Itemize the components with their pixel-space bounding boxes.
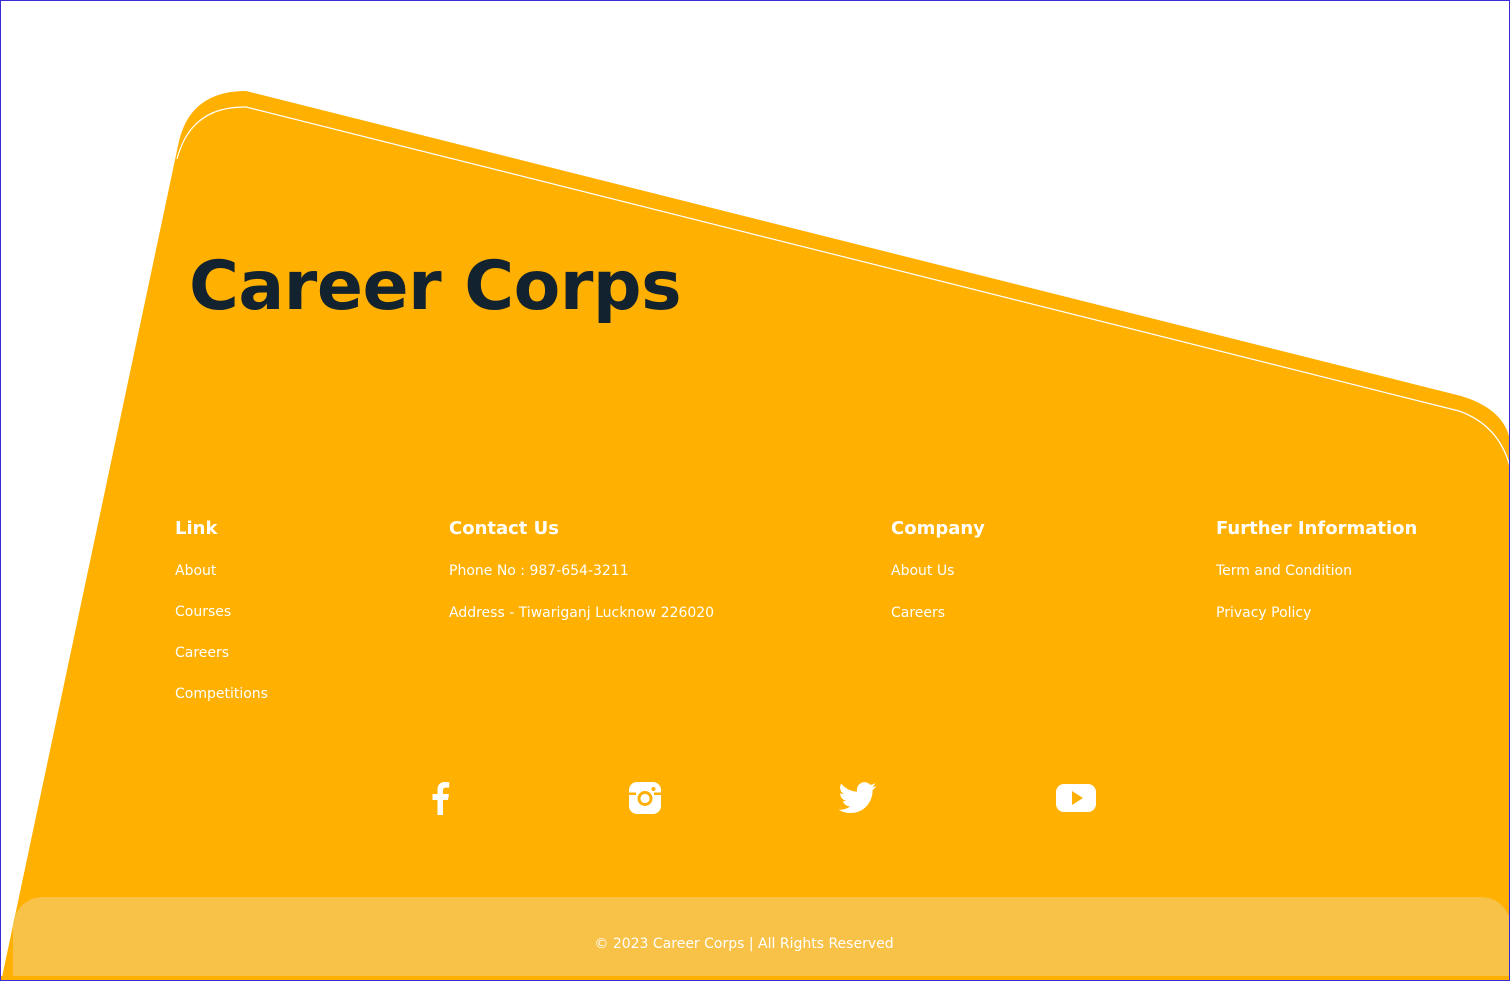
contact-list: Phone No : 987-654-3211 Address - Tiwari… [449, 562, 714, 622]
copyright-text: © 2023 Career Corps | All Rights Reserve… [594, 936, 894, 952]
footer-link-courses[interactable]: Courses [175, 603, 268, 621]
contact-address: Address - Tiwariganj Lucknow 226020 [449, 605, 715, 621]
column-heading-further-information: Further Information [1216, 518, 1418, 539]
youtube-icon[interactable] [1053, 777, 1099, 819]
further-link-privacy[interactable]: Privacy Policy [1216, 604, 1417, 622]
company-link-careers[interactable]: Careers [891, 604, 985, 622]
footer-column-link: Link About Courses Careers Competitions [175, 518, 268, 726]
facebook-icon[interactable] [425, 777, 455, 819]
footer-link-competitions[interactable]: Competitions [175, 685, 268, 703]
footer-page: Career Corps Link About Courses Careers … [0, 0, 1510, 981]
footer-background-shape [1, 91, 1509, 980]
column-heading-company: Company [891, 518, 985, 539]
footer-column-company: Company About Us Careers [891, 518, 985, 646]
footer-column-further-information: Further Information Term and Condition P… [1216, 518, 1417, 646]
link-list: About Courses Careers Competitions [175, 562, 268, 703]
further-link-terms[interactable]: Term and Condition [1216, 562, 1417, 580]
footer-link-about[interactable]: About [175, 562, 268, 580]
bottom-strip [1, 976, 1509, 980]
column-heading-contact: Contact Us [449, 518, 560, 539]
column-heading-link: Link [175, 518, 218, 539]
company-link-about-us[interactable]: About Us [891, 562, 985, 580]
twitter-icon[interactable] [837, 777, 879, 819]
contact-phone: Phone No : 987-654-3211 [449, 563, 629, 579]
company-list: About Us Careers [891, 562, 985, 622]
footer-column-contact: Contact Us Phone No : 987-654-3211 Addre… [449, 518, 714, 646]
instagram-icon[interactable] [627, 777, 663, 819]
further-list: Term and Condition Privacy Policy [1216, 562, 1417, 622]
brand-title: Career Corps [189, 247, 682, 326]
footer-link-careers[interactable]: Careers [175, 644, 268, 662]
